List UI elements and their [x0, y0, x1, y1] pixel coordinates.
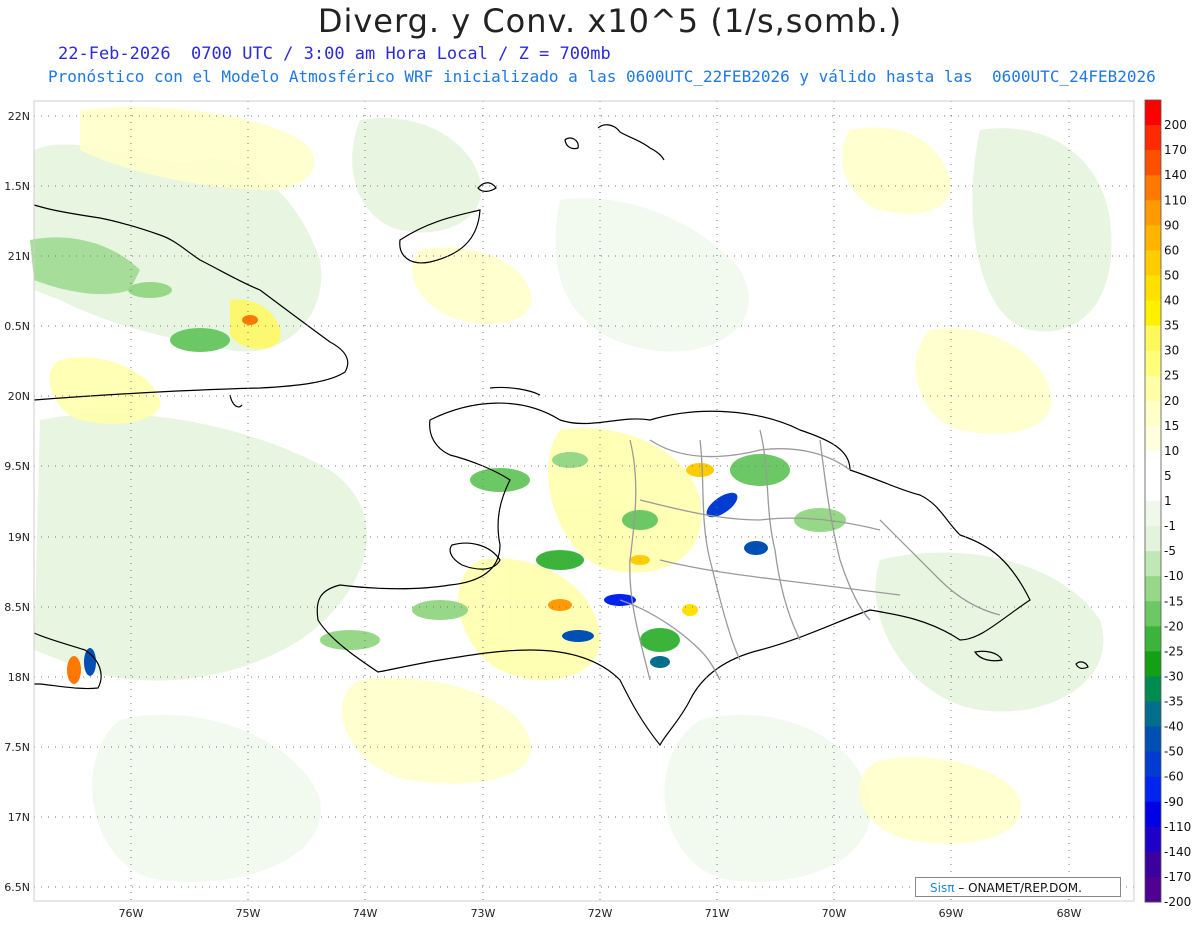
colorbar-label: 60: [1164, 243, 1179, 257]
lat-label: 9.5N: [4, 460, 30, 473]
colorbar-swatch: [1145, 826, 1161, 853]
lat-label: 22N: [8, 110, 30, 123]
colorbar-label: 25: [1164, 369, 1179, 383]
colorbar-label: -140: [1164, 845, 1191, 859]
lat-label: 6.5N: [4, 881, 30, 894]
colorbar-swatch: [1145, 551, 1161, 577]
colorbar-swatch: [1145, 726, 1161, 753]
colorbar-label: 1: [1164, 494, 1172, 508]
lon-label: 70W: [822, 907, 847, 920]
sispi-logo: Sisπ: [930, 881, 955, 895]
lat-label: 1.5N: [4, 180, 30, 193]
lon-label: 72W: [588, 907, 613, 920]
colorbar-label: 110: [1164, 193, 1187, 207]
forecast-map: 22N 1.5N 21N 0.5N 20N 9.5N 19N 8.5N 18N …: [4, 99, 1191, 920]
colorbar-label: -35: [1164, 695, 1184, 709]
colorbar-label: 10: [1164, 444, 1179, 458]
lon-label: 73W: [471, 907, 496, 920]
colorbar-label: 5: [1164, 469, 1172, 483]
colorbar-label: 140: [1164, 168, 1187, 182]
colorbar-label: -90: [1164, 795, 1184, 809]
colorbar-label: 200: [1164, 118, 1187, 132]
colorbar-label: 30: [1164, 344, 1179, 358]
lon-label: 76W: [119, 907, 144, 920]
colorbar-swatch: [1145, 676, 1161, 702]
colorbar-label: -170: [1164, 870, 1191, 884]
colorbar-swatch: [1145, 325, 1161, 352]
colorbar-label: 40: [1164, 294, 1179, 308]
lon-label: 69W: [939, 907, 964, 920]
colorbar-swatch: [1145, 501, 1161, 527]
colorbar-swatch: [1145, 300, 1161, 327]
colorbar-swatch: [1145, 250, 1161, 276]
colorbar-swatch: [1145, 876, 1161, 903]
colorbar: 200 170 140 110 90 60 50 40 35 30 25 20 15 10 5 1 -1 -5 -1…: [1144, 99, 1191, 909]
colorbar-label: 50: [1164, 268, 1179, 282]
colorbar-swatch: [1145, 225, 1161, 251]
colorbar-swatch: [1145, 751, 1161, 778]
colorbar-label: 15: [1164, 419, 1179, 433]
colorbar-swatch: [1145, 526, 1161, 552]
colorbar-swatch: [1145, 175, 1161, 201]
colorbar-swatch: [1145, 125, 1161, 151]
lat-label: 18N: [8, 671, 30, 684]
credit-box: Sisπ – ONAMET/REP.DOM.: [915, 877, 1121, 897]
credit-text: – ONAMET/REP.DOM.: [958, 881, 1082, 895]
colorbar-swatch: [1145, 475, 1161, 502]
lat-label: 8.5N: [4, 601, 30, 614]
colorbar-label: -200: [1164, 895, 1191, 909]
colorbar-swatch: [1145, 626, 1161, 652]
lon-label: 74W: [353, 907, 378, 920]
colorbar-swatch: [1145, 576, 1161, 602]
colorbar-label: -5: [1164, 544, 1176, 558]
colorbar-label: 20: [1164, 394, 1179, 408]
lon-label: 68W: [1057, 907, 1082, 920]
colorbar-swatch: [1145, 450, 1161, 477]
colorbar-label: -20: [1164, 619, 1184, 633]
colorbar-swatch: [1145, 200, 1161, 226]
colorbar-label: -50: [1164, 745, 1184, 759]
colorbar-swatch: [1145, 150, 1161, 176]
latitude-axis: 22N 1.5N 21N 0.5N 20N 9.5N 19N 8.5N 18N …: [4, 110, 30, 894]
colorbar-label: -15: [1164, 594, 1184, 608]
colorbar-label: 170: [1164, 143, 1187, 157]
colorbar-swatch: [1145, 851, 1161, 878]
colorbar-swatch: [1145, 275, 1161, 301]
colorbar-label: -10: [1164, 569, 1184, 583]
colorbar-swatch: [1145, 776, 1161, 803]
colorbar-label: 90: [1164, 218, 1179, 232]
lat-label: 21N: [8, 250, 30, 263]
lat-label: 7.5N: [4, 741, 30, 754]
colorbar-label: -40: [1164, 720, 1184, 734]
lon-label: 71W: [705, 907, 730, 920]
colorbar-swatch: [1145, 801, 1161, 828]
lat-label: 20N: [8, 390, 30, 403]
colorbar-label: -60: [1164, 770, 1184, 784]
colorbar-swatch: [1145, 350, 1161, 377]
colorbar-swatch: [1145, 651, 1161, 677]
lat-label: 19N: [8, 531, 30, 544]
colorbar-swatch: [1145, 701, 1161, 728]
colorbar-swatch: [1145, 100, 1161, 126]
colorbar-label: -30: [1164, 669, 1184, 683]
colorbar-swatch: [1145, 400, 1161, 427]
colorbar-label: -1: [1164, 519, 1176, 533]
colorbar-label: -110: [1164, 820, 1191, 834]
colorbar-label: 35: [1164, 319, 1179, 333]
lon-label: 75W: [236, 907, 261, 920]
colorbar-label: -25: [1164, 644, 1184, 658]
lat-label: 17N: [8, 811, 30, 824]
colorbar-swatch: [1145, 601, 1161, 627]
lat-label: 0.5N: [4, 320, 30, 333]
longitude-axis: 76W 75W 74W 73W 72W 71W 70W 69W 68W: [119, 907, 1082, 920]
colorbar-swatch: [1145, 375, 1161, 402]
colorbar-swatch: [1145, 425, 1161, 452]
